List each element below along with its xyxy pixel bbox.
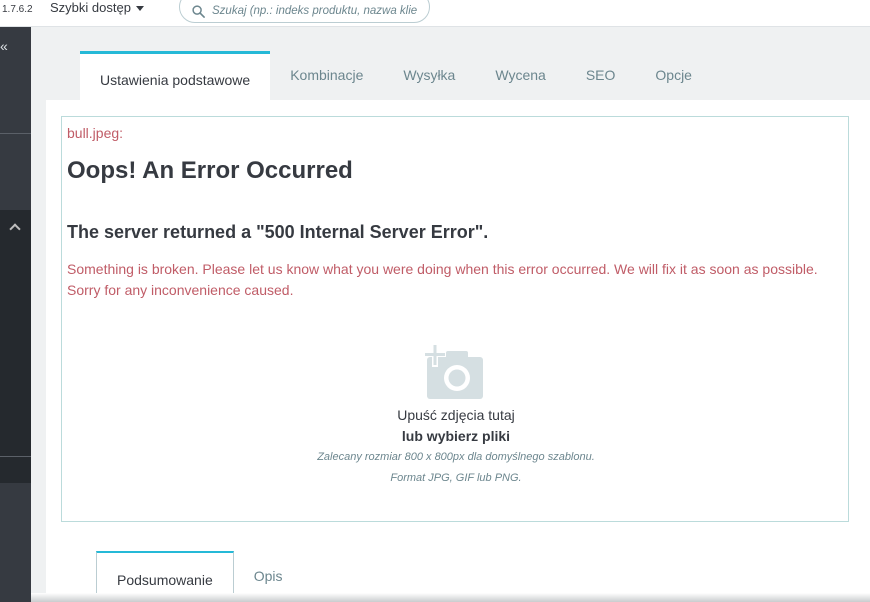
size-hint: Zalecany rozmiar 800 x 800px dla domyśln… <box>317 451 595 463</box>
quick-access-dropdown[interactable]: Szybki dostęp <box>50 0 144 15</box>
tab-pricing[interactable]: Wycena <box>475 51 565 100</box>
drop-instructions: Upuść zdjęcia tutaj <box>397 407 515 423</box>
chevron-down-icon <box>135 5 144 11</box>
tab-options[interactable]: Opcje <box>635 51 712 100</box>
choose-files-link[interactable]: lub wybierz pliki <box>62 428 850 444</box>
sidebar: « <box>0 27 31 602</box>
search-input[interactable] <box>212 5 427 17</box>
top-header: 1.7.6.2 Szybki dostęp <box>0 0 870 27</box>
search-box[interactable] <box>179 0 430 23</box>
collapse-sidebar-icon[interactable]: « <box>0 39 8 53</box>
error-message: Something is broken. Please let us know … <box>67 261 818 298</box>
sidebar-divider <box>0 133 31 134</box>
version-number: 1.7.6.2 <box>2 4 33 15</box>
error-file-label: bull.jpeg: <box>67 125 124 141</box>
tab-basic-settings[interactable]: Ustawienia podstawowe <box>80 51 271 100</box>
sidebar-divider <box>0 456 31 457</box>
product-tabs: Ustawienia podstawowe Kombinacje Wysyłka… <box>80 51 712 100</box>
tab-seo[interactable]: SEO <box>566 51 636 100</box>
image-dropzone[interactable]: bull.jpeg: Oops! An Error Occurred The s… <box>61 116 849 522</box>
sidebar-active-section[interactable] <box>0 210 31 483</box>
add-photo-icon[interactable] <box>424 345 486 401</box>
bottom-edge <box>31 593 870 602</box>
search-icon <box>192 4 205 18</box>
format-hint: Format JPG, GIF lub PNG. <box>390 472 522 484</box>
tab-combinations[interactable]: Kombinacje <box>270 51 383 100</box>
tab-shipping[interactable]: Wysyłka <box>383 51 475 100</box>
quick-access-label: Szybki dostęp <box>50 0 131 15</box>
error-title: Oops! An Error Occurred <box>67 157 353 184</box>
error-subtitle: The server returned a "500 Internal Serv… <box>67 222 489 242</box>
